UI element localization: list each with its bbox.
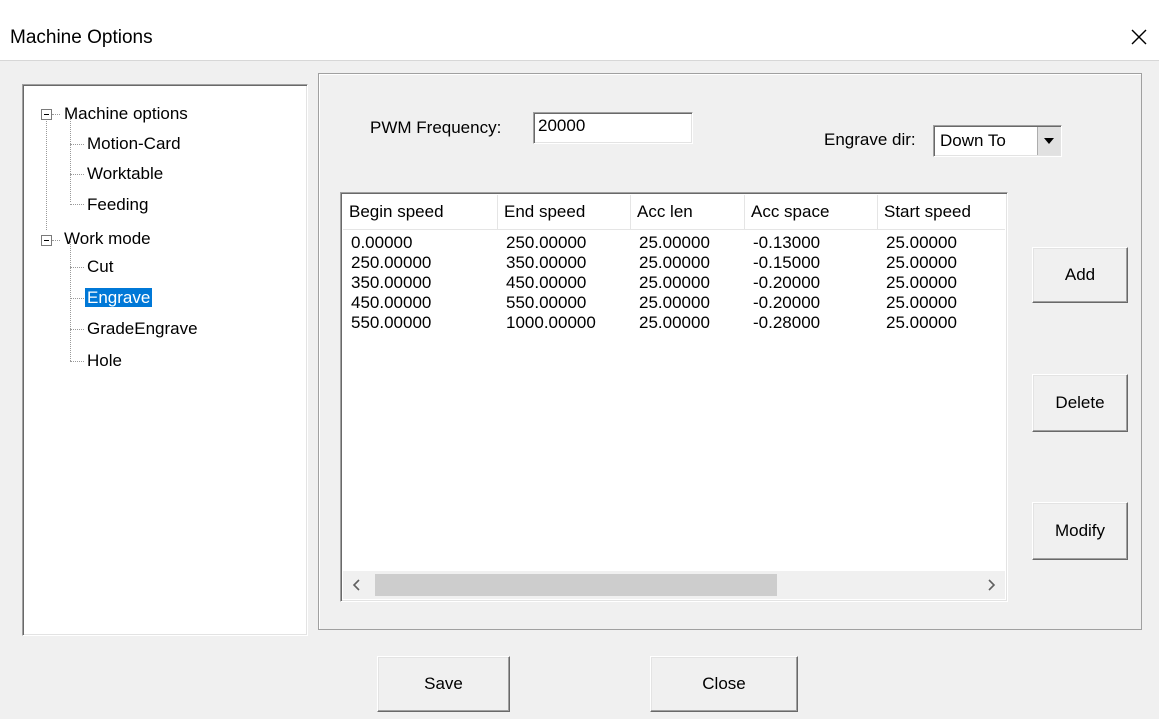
close-button[interactable]: Close [650,656,798,712]
add-button[interactable]: Add [1032,247,1128,303]
tree-item-feeding[interactable]: Feeding [85,191,150,219]
speed-table[interactable]: Begin speed End speed Acc len Acc space … [340,192,1008,602]
chevron-down-icon [1044,138,1054,144]
chevron-left-icon [352,579,360,591]
column-header-begin-speed[interactable]: Begin speed [343,195,498,229]
title-bar: Machine Options [0,0,1159,60]
close-icon [1131,29,1147,45]
cell-begin-speed: 250.00000 [351,253,432,272]
cell-start-speed: 25.00000 [886,273,957,292]
tree-connector [70,204,84,205]
cell-acc-len: 25.00000 [639,253,710,272]
tree-item-label: Machine options [64,104,188,123]
cell-acc-len: 25.00000 [639,293,710,312]
cell-acc-len: 25.00000 [639,313,710,332]
tree-item-cut[interactable]: Cut [85,253,115,281]
scroll-left-button[interactable] [343,571,371,599]
engrave-dir-label: Engrave dir: [824,130,916,149]
tree-connector [70,361,84,362]
tree-connector [70,267,84,268]
cell-acc-space: -0.13000 [753,233,821,252]
tree-item-engrave[interactable]: Engrave [85,284,153,312]
cell-end-speed: 350.00000 [506,253,587,272]
tree-item-label: Cut [87,257,114,276]
cell-begin-speed: 450.00000 [351,293,432,312]
cell-acc-space: -0.20000 [753,293,821,312]
column-header-end-speed[interactable]: End speed [498,195,631,229]
engrave-dir-value: Down To [940,131,1006,150]
tree-connector [70,144,84,145]
dropdown-button[interactable] [1037,127,1060,155]
tree-connector [46,114,47,230]
tree-connector [70,298,84,299]
cell-end-speed: 450.00000 [506,273,587,292]
pwm-frequency-label: PWM Frequency: [370,118,502,137]
tree-connector [52,240,60,241]
column-header-acc-space[interactable]: Acc space [745,195,878,229]
column-header-start-speed[interactable]: Start speed [878,195,1007,229]
table-header: Begin speed End speed Acc len Acc space … [343,195,1005,230]
cell-start-speed: 25.00000 [886,313,957,332]
column-header-acc-len[interactable]: Acc len [631,195,745,229]
cell-end-speed: 250.00000 [506,233,587,252]
chevron-right-icon [988,579,996,591]
close-window-button[interactable] [1124,22,1154,52]
tree-item-motion-card[interactable]: Motion-Card [85,130,183,158]
cell-acc-space: -0.15000 [753,253,821,272]
modify-button[interactable]: Modify [1032,502,1128,560]
engrave-dir-select[interactable]: Down To [933,125,1062,157]
tree-connector [70,174,84,175]
cell-start-speed: 25.00000 [886,253,957,272]
collapse-work-mode-icon[interactable] [41,235,52,246]
cell-begin-speed: 0.00000 [351,233,413,252]
horizontal-scrollbar[interactable] [343,571,1005,599]
tree-item-label: Motion-Card [87,134,181,153]
options-tree[interactable]: Machine options Motion-Card Worktable Fe… [22,84,308,636]
cell-start-speed: 25.00000 [886,233,957,252]
window-title: Machine Options [10,27,153,48]
tree-connector [70,329,84,330]
cell-acc-len: 25.00000 [639,233,710,252]
tree-item-work-mode[interactable]: Work mode [62,225,153,253]
save-button[interactable]: Save [377,656,510,712]
tree-item-label: Work mode [64,229,151,248]
tree-item-label: GradeEngrave [87,319,198,338]
tree-item-label: Hole [87,351,122,370]
cell-end-speed: 1000.00000 [506,313,596,332]
tree-connector [52,114,60,115]
cell-start-speed: 25.00000 [886,293,957,312]
cell-acc-space: -0.28000 [753,313,821,332]
cell-begin-speed: 550.00000 [351,313,432,332]
cell-acc-space: -0.20000 [753,273,821,292]
pwm-frequency-input[interactable]: 20000 [533,112,693,144]
collapse-machine-options-icon[interactable] [41,109,52,120]
scroll-thumb[interactable] [375,574,777,596]
tree-item-label: Engrave [85,288,153,307]
tree-item-label: Worktable [87,164,164,183]
cell-end-speed: 550.00000 [506,293,587,312]
scroll-right-button[interactable] [977,571,1005,599]
tree-item-worktable[interactable]: Worktable [85,160,165,188]
tree-item-label: Feeding [87,195,149,214]
tree-item-grade-engrave[interactable]: GradeEngrave [85,315,200,343]
tree-item-hole[interactable]: Hole [85,347,124,375]
cell-acc-len: 25.00000 [639,273,710,292]
tree-connector [70,241,71,361]
tree-item-machine-options[interactable]: Machine options [62,100,190,128]
delete-button[interactable]: Delete [1032,374,1128,432]
cell-begin-speed: 350.00000 [351,273,432,292]
